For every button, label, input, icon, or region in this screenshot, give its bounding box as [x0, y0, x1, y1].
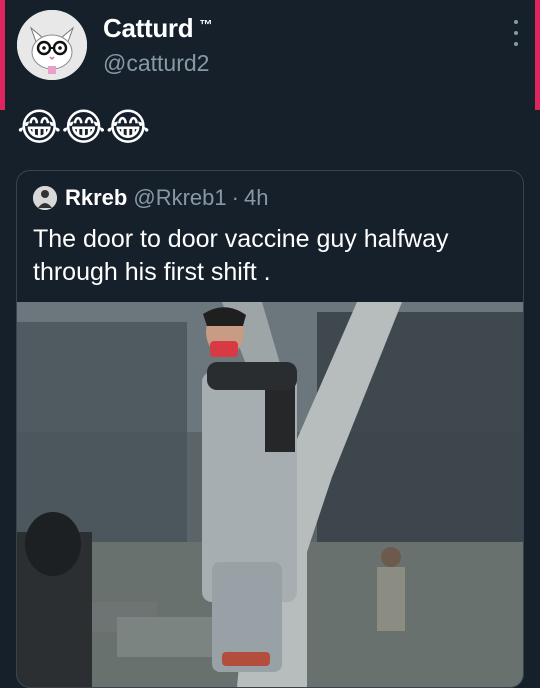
more-dot: [514, 20, 518, 24]
quoted-author-avatar: [33, 186, 57, 210]
more-dot: [514, 31, 518, 35]
quoted-tweet-time: 4h: [243, 185, 269, 210]
quoted-author-name: Rkreb: [65, 185, 128, 210]
more-vertical-icon[interactable]: [508, 20, 524, 46]
author-name-row[interactable]: Catturd ™: [103, 13, 212, 44]
quoted-author-handle: @Rkreb1: [133, 185, 227, 210]
more-dot: [514, 42, 518, 46]
author-avatar[interactable]: [17, 10, 87, 80]
tweet-photo[interactable]: [17, 302, 523, 687]
right-edge-bar: [535, 0, 540, 110]
left-edge-bar: [0, 0, 5, 110]
author-name[interactable]: Catturd: [103, 13, 194, 44]
tweet-text: 😂😂😂: [17, 105, 151, 149]
quoted-tweet-text: The door to door vaccine guy halfway thr…: [33, 225, 449, 286]
quoted-tweet-header: Rkreb @Rkreb1 · 4h: [33, 185, 268, 211]
quoted-tweet-card[interactable]: Rkreb @Rkreb1 · 4h The door to door vacc…: [16, 170, 524, 688]
quoted-separator: ·: [231, 185, 239, 210]
tweet-author[interactable]: Catturd ™ @catturd2: [103, 13, 212, 77]
trademark-mark: ™: [199, 17, 213, 32]
author-handle[interactable]: @catturd2: [103, 50, 212, 77]
